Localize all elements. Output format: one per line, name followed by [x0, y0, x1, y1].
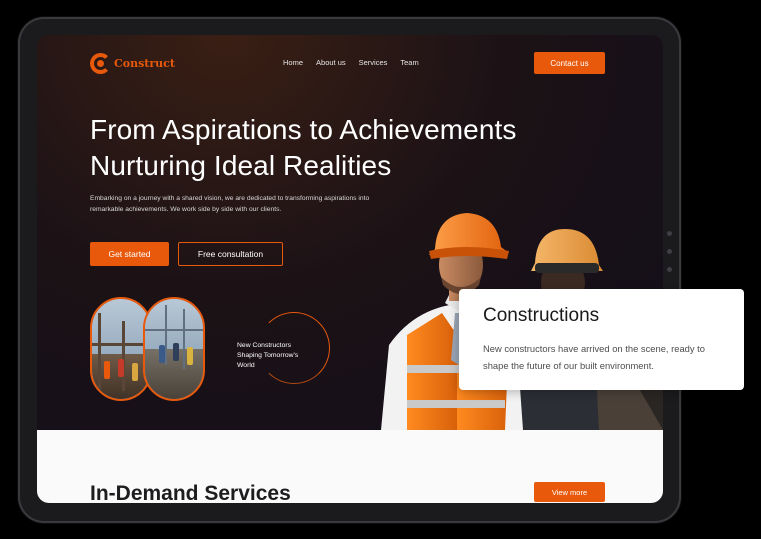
nav-about-us[interactable]: About us [316, 58, 346, 67]
camera-dot [667, 267, 672, 272]
constructions-card: Constructions New constructors have arri… [459, 289, 744, 390]
free-consultation-button[interactable]: Free consultation [178, 242, 283, 266]
camera-dot [667, 231, 672, 236]
get-started-button[interactable]: Get started [90, 242, 169, 266]
brand-logo[interactable]: Construct [90, 53, 175, 74]
steel-structure-photo [143, 297, 205, 401]
view-more-button[interactable]: View more [534, 482, 605, 502]
nav-services[interactable]: Services [359, 58, 388, 67]
logo-icon [90, 53, 111, 74]
headline-line-2: Nurturing Ideal Realities [90, 150, 392, 181]
website-screen: Construct Home About us Services Team Co… [37, 35, 663, 503]
main-nav: Home About us Services Team [283, 58, 419, 67]
services-title: In-Demand Services [90, 482, 291, 503]
card-text: New constructors have arrived on the sce… [483, 343, 705, 371]
brand-name: Construct [114, 57, 175, 70]
hero-headline: From Aspirations to Achievements Nurturi… [90, 112, 517, 184]
circle-caption: New Constructors Shaping Tomorrow’s Worl… [237, 342, 299, 369]
services-section: In-Demand Services View more [37, 430, 663, 503]
headline-line-1: From Aspirations to Achievements [90, 114, 517, 145]
nav-team[interactable]: Team [400, 58, 418, 67]
camera-dot [667, 249, 672, 254]
contact-us-button[interactable]: Contact us [534, 52, 605, 74]
hero-subtext: Embarking on a journey with a shared vis… [90, 195, 370, 213]
card-title: Constructions [483, 305, 600, 326]
nav-home[interactable]: Home [283, 58, 303, 67]
